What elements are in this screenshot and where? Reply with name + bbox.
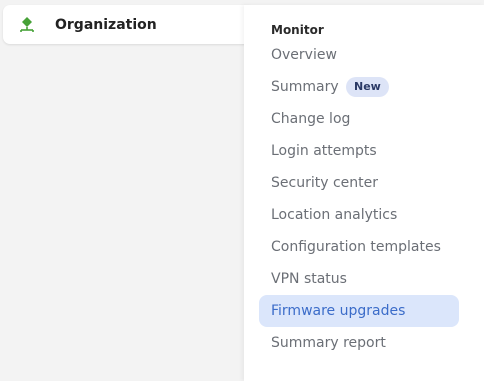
new-badge: New [346, 77, 389, 97]
left-navigation-pane [0, 0, 244, 381]
submenu-item-label: Summary report [271, 335, 386, 351]
submenu-item-label: Overview [271, 47, 337, 63]
submenu-item-location-analytics[interactable]: Location analytics [259, 199, 459, 231]
submenu-item-security-center[interactable]: Security center [259, 167, 459, 199]
submenu-item-vpn-status[interactable]: VPN status [259, 263, 459, 295]
submenu-item-change-log[interactable]: Change log [259, 103, 459, 135]
submenu-item-label: Firmware upgrades [271, 303, 406, 319]
nav-item-organization-label: Organization [55, 17, 157, 33]
submenu-item-label: Location analytics [271, 207, 398, 223]
submenu-item-label: Configuration templates [271, 239, 441, 255]
submenu-item-login-attempts[interactable]: Login attempts [259, 135, 459, 167]
submenu-item-label: Security center [271, 175, 378, 191]
submenu-item-label: VPN status [271, 271, 347, 287]
monitor-submenu-panel: Monitor Overview Summary New Change log … [244, 5, 484, 381]
submenu-header-monitor: Monitor [271, 23, 324, 37]
organization-network-icon [18, 16, 36, 34]
submenu-item-summary-report[interactable]: Summary report [259, 327, 459, 359]
submenu-item-label: Summary [271, 79, 339, 95]
submenu-item-overview[interactable]: Overview [259, 39, 459, 71]
submenu-item-label: Change log [271, 111, 351, 127]
submenu-item-configuration-templates[interactable]: Configuration templates [259, 231, 459, 263]
submenu-item-summary[interactable]: Summary New [259, 71, 459, 103]
submenu-item-label: Login attempts [271, 143, 377, 159]
nav-item-organization[interactable]: Organization [3, 5, 251, 44]
submenu-item-firmware-upgrades[interactable]: Firmware upgrades [259, 295, 459, 327]
